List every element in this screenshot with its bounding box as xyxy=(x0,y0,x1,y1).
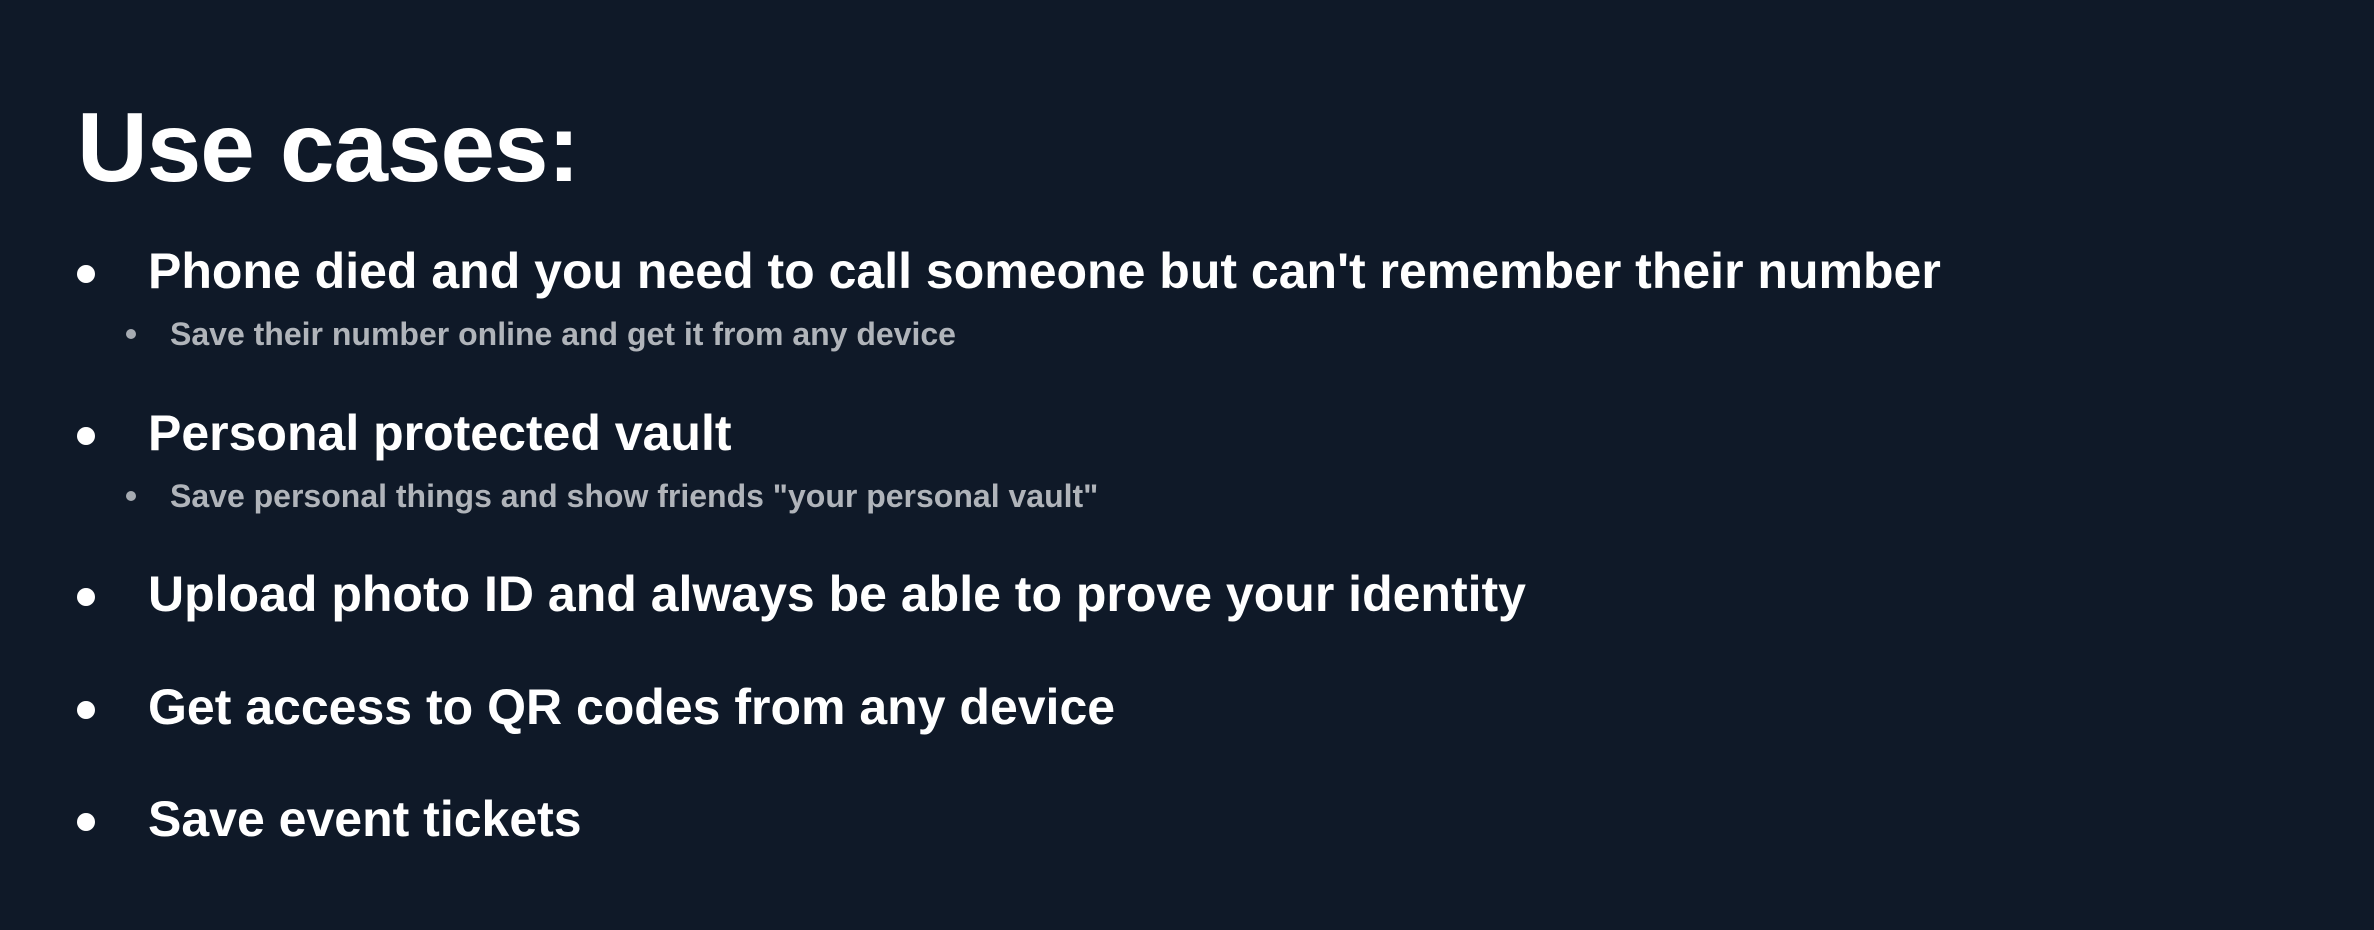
list-item-text: Personal protected vault xyxy=(148,405,732,461)
list-item-qr-codes: Get access to QR codes from any device xyxy=(0,677,2374,737)
slide-title: Use cases: xyxy=(77,92,580,202)
sub-bullet-icon xyxy=(126,329,136,339)
list-item-text: Phone died and you need to call someone … xyxy=(148,243,1941,299)
bullet-icon xyxy=(77,427,95,445)
list-item-text: Save event tickets xyxy=(148,791,582,847)
list-item-phone-died: Phone died and you need to call someone … xyxy=(0,241,2374,301)
sub-item-save-personal: Save personal things and show friends "y… xyxy=(0,476,2374,516)
list-item-photo-id: Upload photo ID and always be able to pr… xyxy=(0,564,2374,624)
bullet-icon xyxy=(77,813,95,831)
sub-bullet-icon xyxy=(126,491,136,501)
list-item-personal-vault: Personal protected vault xyxy=(0,403,2374,463)
list-item-text: Get access to QR codes from any device xyxy=(148,679,1116,735)
list-item-event-tickets: Save event tickets xyxy=(0,789,2374,849)
bullet-icon xyxy=(77,265,95,283)
bullet-icon xyxy=(77,588,95,606)
sub-item-text: Save personal things and show friends "y… xyxy=(170,478,1099,514)
sub-item-text: Save their number online and get it from… xyxy=(170,316,956,352)
bullet-icon xyxy=(77,701,95,719)
sub-item-save-number: Save their number online and get it from… xyxy=(0,314,2374,354)
slide: Use cases: Phone died and you need to ca… xyxy=(0,0,2374,930)
list-item-text: Upload photo ID and always be able to pr… xyxy=(148,566,1526,622)
